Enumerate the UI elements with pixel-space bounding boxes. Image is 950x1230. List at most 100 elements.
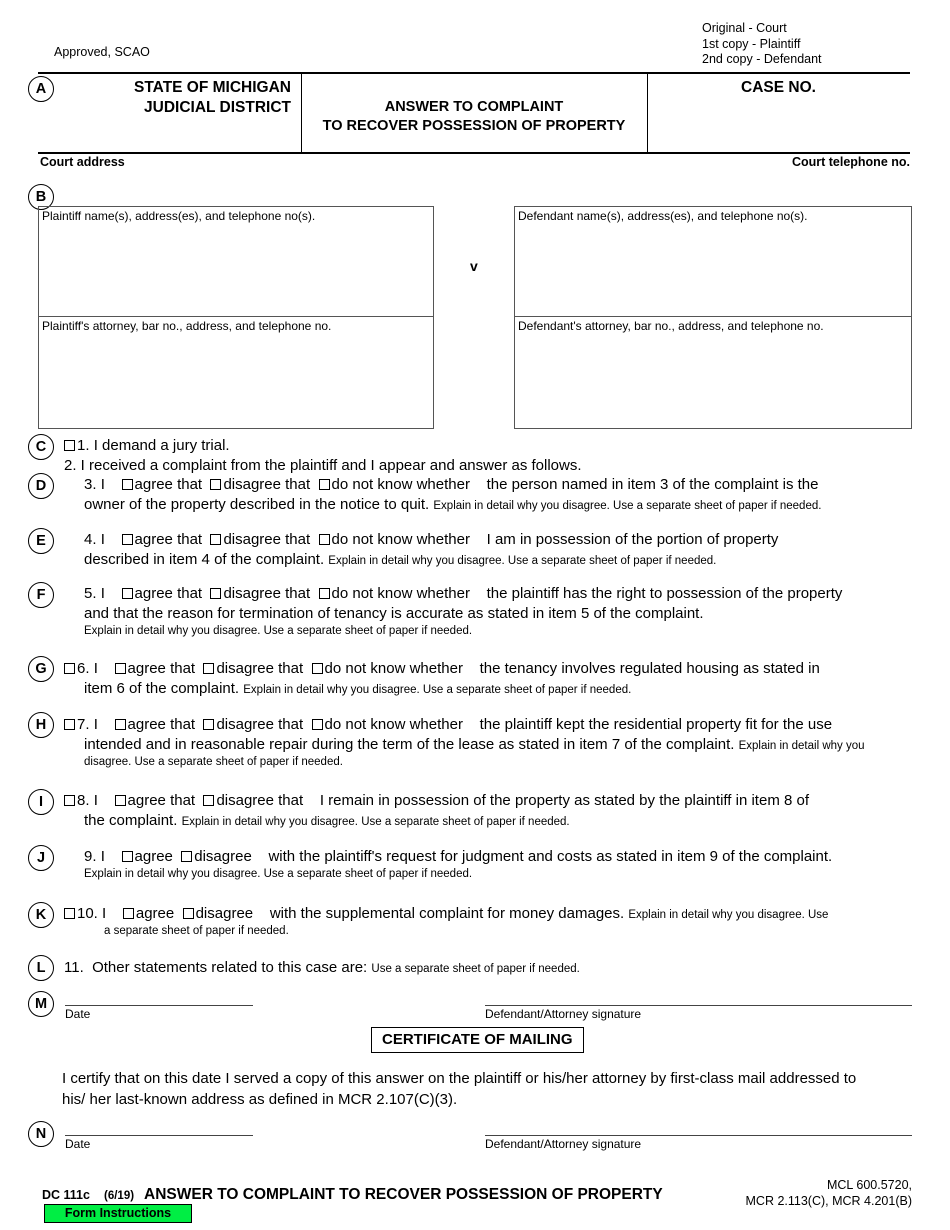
- court-address-label: Court address: [40, 155, 125, 169]
- item-6-agree-label: agree that: [127, 660, 196, 677]
- item-5-unknown-checkbox[interactable]: [318, 588, 330, 599]
- case-number-cell[interactable]: CASE NO.: [647, 74, 910, 97]
- item-6-line-1: 6. I agree that disagree that do not kno…: [64, 659, 914, 679]
- plaintiff-name-box[interactable]: Plaintiff name(s), address(es), and tele…: [38, 206, 434, 317]
- item-5-line-2: and that the reason for termination of t…: [84, 605, 704, 622]
- item-7-group: 7. I agree that disagree that do not kno…: [64, 715, 914, 770]
- item-4-unknown-label: do not know whether: [331, 531, 470, 548]
- marker-l: L: [28, 955, 54, 981]
- item-3-unknown-checkbox[interactable]: [318, 479, 330, 490]
- item-6-enable-checkbox[interactable]: [64, 663, 75, 674]
- marker-c: C: [28, 434, 54, 460]
- item-5-group: 5. I agree that disagree that do not kno…: [84, 584, 914, 639]
- item-7-agree-checkbox[interactable]: [114, 719, 126, 730]
- form-code: DC 111c: [42, 1188, 90, 1202]
- item-11-text: Other statements related to this case ar…: [92, 959, 368, 976]
- statutory-citation: MCL 600.5720, MCR 2.113(C), MCR 4.201(B): [662, 1177, 912, 1209]
- item-8-disagree-checkbox[interactable]: [203, 795, 215, 806]
- signature-line-2[interactable]: [485, 1135, 912, 1136]
- citation-line-1: MCL 600.5720,: [826, 1178, 912, 1192]
- item-5-unknown-label: do not know whether: [331, 585, 470, 602]
- item-7-line-2: intended and in reasonable repair during…: [84, 735, 914, 755]
- item-4-disagree-checkbox[interactable]: [210, 534, 222, 545]
- item-8-agree-label: agree that: [127, 792, 196, 809]
- item-7-line-2-text: intended and in reasonable repair during…: [84, 736, 735, 753]
- certificate-body: I certify that on this date I served a c…: [62, 1068, 922, 1110]
- item-7-explain-note-part-2: disagree. Use a separate sheet of paper …: [84, 756, 343, 768]
- item-5-tail: the plaintiff has the right to possessio…: [486, 585, 843, 602]
- item-5-number: 5.: [84, 585, 97, 602]
- item-9-tail: with the plaintiff's request for judgmen…: [268, 848, 833, 865]
- date-line-1[interactable]: [65, 1005, 253, 1006]
- item-1-number: 1.: [77, 437, 90, 454]
- item-6-explain-note: Explain in detail why you disagree. Use …: [243, 684, 632, 696]
- item-9-explain-note: Explain in detail why you disagree. Use …: [84, 868, 473, 880]
- item-4-agree-label: agree that: [134, 531, 203, 548]
- item-8-line-2-text: the complaint.: [84, 812, 178, 829]
- item-10-disagree-checkbox[interactable]: [182, 908, 194, 919]
- item-1-group: 1. I demand a jury trial. 2. I received …: [64, 436, 914, 476]
- state-of-michigan-label: STATE OF MICHIGAN: [134, 79, 291, 96]
- item-10-agree-label: agree: [135, 905, 175, 922]
- item-6-unknown-checkbox[interactable]: [311, 663, 323, 674]
- item-8-tail: I remain in possession of the property a…: [319, 792, 809, 809]
- item-9-group: 9. I agree disagree with the plaintiff's…: [84, 847, 914, 882]
- form-revision-date: (6/19): [104, 1190, 135, 1202]
- item-3-agree-checkbox[interactable]: [121, 479, 133, 490]
- item-10-enable-checkbox[interactable]: [64, 908, 75, 919]
- signature-line-1[interactable]: [485, 1005, 912, 1006]
- defendant-name-box[interactable]: Defendant name(s), address(es), and tele…: [514, 206, 912, 317]
- defendant-attorney-box[interactable]: Defendant's attorney, bar no., address, …: [514, 316, 912, 429]
- item-11-group[interactable]: 11. Other statements related to this cas…: [64, 958, 914, 978]
- form-title-line-1: ANSWER TO COMPLAINT: [384, 99, 564, 115]
- marker-j: J: [28, 845, 54, 871]
- item-7-disagree-checkbox[interactable]: [203, 719, 215, 730]
- approved-scao-note: Approved, SCAO: [54, 45, 150, 59]
- item-7-enable-checkbox[interactable]: [64, 719, 75, 730]
- item-3-group: 3. I agree that disagree that do not kno…: [84, 475, 914, 515]
- item-6-disagree-checkbox[interactable]: [203, 663, 215, 674]
- item-5-agree-checkbox[interactable]: [121, 588, 133, 599]
- item-4-group: 4. I agree that disagree that do not kno…: [84, 530, 914, 570]
- item-7-unknown-checkbox[interactable]: [311, 719, 323, 730]
- item-5-line-1: 5. I agree that disagree that do not kno…: [84, 584, 914, 604]
- item-1-line: 1. I demand a jury trial.: [64, 436, 914, 456]
- item-7-explain-note-part-1: Explain in detail why you: [738, 740, 865, 752]
- copy-line-original: Original - Court: [702, 21, 787, 35]
- item-5-lead: I: [100, 585, 105, 602]
- item-4-agree-checkbox[interactable]: [121, 534, 133, 545]
- item-7-number: 7.: [77, 716, 90, 733]
- item-6-tail: the tenancy involves regulated housing a…: [479, 660, 820, 677]
- item-4-line-2-text: described in item 4 of the complaint.: [84, 551, 325, 568]
- item-6-agree-checkbox[interactable]: [114, 663, 126, 674]
- item-10-agree-checkbox[interactable]: [122, 908, 134, 919]
- date-line-2[interactable]: [65, 1135, 253, 1136]
- copy-line-first: 1st copy - Plaintiff: [702, 36, 801, 51]
- form-instructions-button[interactable]: Form Instructions: [44, 1204, 192, 1223]
- item-8-agree-checkbox[interactable]: [114, 795, 126, 806]
- marker-k: K: [28, 902, 54, 928]
- item-3-disagree-checkbox[interactable]: [210, 479, 222, 490]
- jury-trial-checkbox[interactable]: [64, 440, 75, 451]
- item-5-disagree-checkbox[interactable]: [210, 588, 222, 599]
- item-9-agree-checkbox[interactable]: [121, 851, 133, 862]
- form-header-grid: STATE OF MICHIGAN JUDICIAL DISTRICT ANSW…: [38, 72, 910, 154]
- item-3-line-1: 3. I agree that disagree that do not kno…: [84, 475, 914, 495]
- versus-separator: v: [470, 258, 478, 274]
- item-10-group: 10. I agree disagree with the supplement…: [64, 904, 914, 939]
- item-11-note: Use a separate sheet of paper if needed.: [371, 963, 580, 975]
- item-10-tail: with the supplemental complaint for mone…: [269, 905, 625, 922]
- item-6-line-2: item 6 of the complaint. Explain in deta…: [84, 679, 914, 699]
- signature-label-1: Defendant/Attorney signature: [485, 1007, 642, 1021]
- item-9-disagree-checkbox[interactable]: [181, 851, 193, 862]
- item-9-line-1: 9. I agree disagree with the plaintiff's…: [84, 847, 914, 867]
- defendant-name-label: Defendant name(s), address(es), and tele…: [518, 209, 808, 223]
- marker-h: H: [28, 712, 54, 738]
- item-4-line-1: 4. I agree that disagree that do not kno…: [84, 530, 914, 550]
- item-8-enable-checkbox[interactable]: [64, 795, 75, 806]
- item-7-tail: the plaintiff kept the residential prope…: [479, 716, 833, 733]
- item-4-unknown-checkbox[interactable]: [318, 534, 330, 545]
- marker-f: F: [28, 582, 54, 608]
- plaintiff-attorney-box[interactable]: Plaintiff's attorney, bar no., address, …: [38, 316, 434, 429]
- item-8-line-2: the complaint. Explain in detail why you…: [84, 811, 914, 831]
